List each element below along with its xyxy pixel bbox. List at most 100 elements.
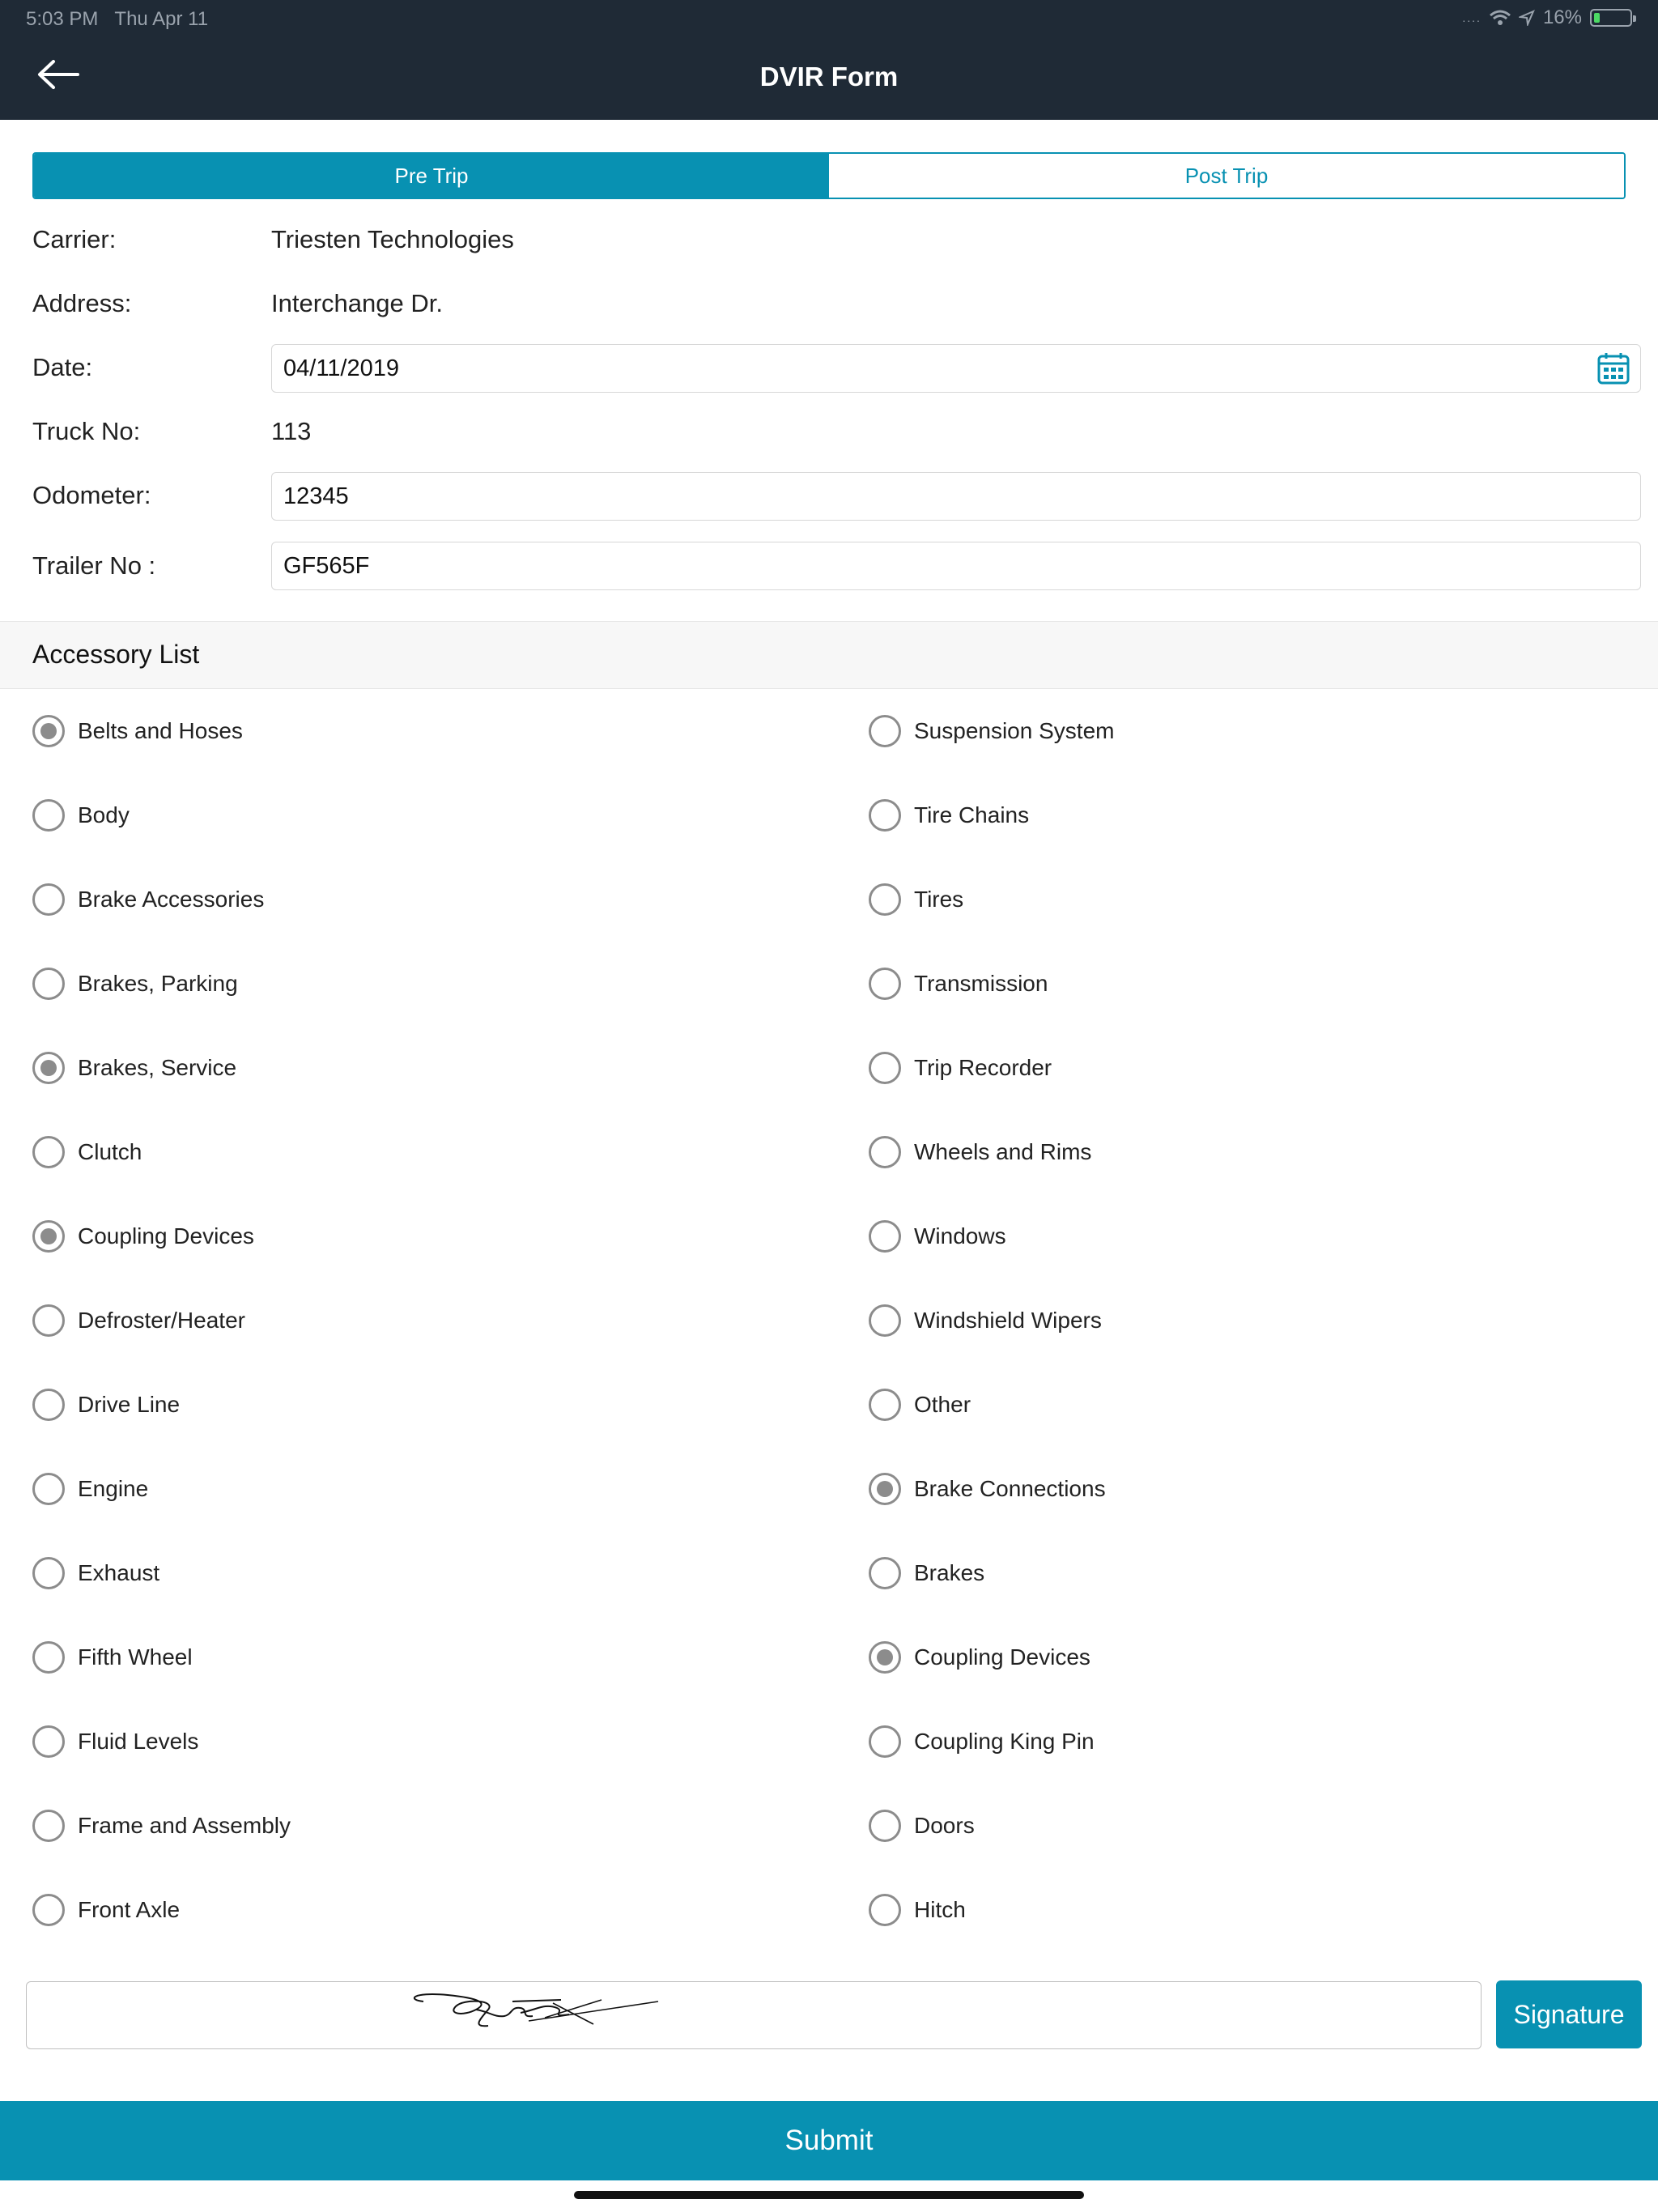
accessory-option-label: Fluid Levels <box>78 1729 199 1754</box>
accessory-option-label: Front Axle <box>78 1897 181 1922</box>
radio-checked-icon[interactable] <box>32 1052 65 1084</box>
radio-unchecked-icon[interactable] <box>869 1557 901 1589</box>
radio-unchecked-icon[interactable] <box>32 883 65 916</box>
accessory-option[interactable]: Brakes <box>869 1549 984 1597</box>
radio-unchecked-icon[interactable] <box>32 1641 65 1674</box>
radio-unchecked-icon[interactable] <box>869 1810 901 1842</box>
accessory-option[interactable]: Frame and Assembly <box>32 1802 291 1850</box>
radio-unchecked-icon[interactable] <box>869 883 901 916</box>
truck-label: Truck No: <box>32 417 141 445</box>
radio-unchecked-icon[interactable] <box>32 1389 65 1421</box>
radio-unchecked-icon[interactable] <box>32 1725 65 1758</box>
radio-checked-icon[interactable] <box>32 715 65 747</box>
date-value: 04/11/2019 <box>283 355 399 381</box>
status-right: .... 16% <box>1462 6 1636 29</box>
accessory-option[interactable]: Tires <box>869 875 963 924</box>
signature-button[interactable]: Signature <box>1496 1980 1642 2048</box>
accessory-option[interactable]: Body <box>32 791 130 840</box>
address-label: Address: <box>32 289 132 317</box>
accessory-option-label: Belts and Hoses <box>78 718 243 743</box>
accessory-option-label: Windows <box>914 1223 1006 1249</box>
accessory-option[interactable]: Drive Line <box>32 1380 180 1429</box>
radio-unchecked-icon[interactable] <box>869 1052 901 1084</box>
accessory-option[interactable]: Tire Chains <box>869 791 1029 840</box>
accessory-option-label: Coupling Devices <box>914 1644 1090 1670</box>
page-title: DVIR Form <box>759 62 899 91</box>
accessory-option[interactable]: Brakes, Parking <box>32 959 238 1008</box>
accessory-option[interactable]: Coupling King Pin <box>869 1717 1095 1766</box>
accessory-option[interactable]: Other <box>869 1380 971 1429</box>
odometer-label: Odometer: <box>32 481 151 509</box>
tab-pre-trip[interactable]: Pre Trip <box>34 154 829 198</box>
battery-fill <box>1594 13 1600 23</box>
tab-post-trip[interactable]: Post Trip <box>829 154 1624 198</box>
radio-unchecked-icon[interactable] <box>32 799 65 832</box>
accessory-option[interactable]: Front Axle <box>32 1886 180 1934</box>
radio-unchecked-icon[interactable] <box>869 1389 901 1421</box>
date-field[interactable]: 04/11/2019 <box>271 344 1641 393</box>
accessory-option[interactable]: Suspension System <box>869 707 1114 755</box>
accessory-option[interactable]: Trip Recorder <box>869 1044 1052 1092</box>
radio-unchecked-icon[interactable] <box>32 1473 65 1505</box>
carrier-value: Triesten Technologies <box>271 225 514 253</box>
radio-unchecked-icon[interactable] <box>869 799 901 832</box>
accessory-option-label: Windshield Wipers <box>914 1308 1102 1333</box>
accessory-option[interactable]: Fifth Wheel <box>32 1633 193 1682</box>
accessory-option[interactable]: Wheels and Rims <box>869 1128 1091 1176</box>
trip-segmented-control: Pre Trip Post Trip <box>32 152 1626 199</box>
accessory-option-label: Frame and Assembly <box>78 1813 291 1838</box>
radio-unchecked-icon[interactable] <box>869 1894 901 1926</box>
accessory-option[interactable]: Windows <box>869 1212 1006 1261</box>
accessory-option-label: Body <box>78 802 130 827</box>
accessory-option-label: Other <box>914 1392 971 1417</box>
radio-unchecked-icon[interactable] <box>32 1557 65 1589</box>
radio-checked-icon[interactable] <box>869 1641 901 1674</box>
accessory-option[interactable]: Coupling Devices <box>32 1212 254 1261</box>
accessory-option[interactable]: Belts and Hoses <box>32 707 243 755</box>
accessory-option[interactable]: Clutch <box>32 1128 142 1176</box>
radio-checked-icon[interactable] <box>32 1220 65 1253</box>
radio-unchecked-icon[interactable] <box>32 968 65 1000</box>
accessory-option[interactable]: Fluid Levels <box>32 1717 198 1766</box>
accessory-option-label: Doors <box>914 1813 975 1838</box>
accessory-option[interactable]: Brakes, Service <box>32 1044 236 1092</box>
radio-unchecked-icon[interactable] <box>869 1304 901 1337</box>
accessory-option-label: Coupling Devices <box>78 1223 254 1249</box>
accessory-option-label: Brake Connections <box>914 1476 1106 1501</box>
accessory-option[interactable]: Transmission <box>869 959 1048 1008</box>
odometer-field[interactable]: 12345 <box>271 472 1641 521</box>
radio-unchecked-icon[interactable] <box>869 1725 901 1758</box>
home-indicator <box>574 2191 1084 2199</box>
radio-unchecked-icon[interactable] <box>32 1810 65 1842</box>
accessory-option-label: Trip Recorder <box>914 1055 1052 1080</box>
radio-checked-icon[interactable] <box>869 1473 901 1505</box>
radio-unchecked-icon[interactable] <box>869 715 901 747</box>
trailer-field[interactable]: GF565F <box>271 542 1641 590</box>
accessory-option-label: Transmission <box>914 971 1048 996</box>
radio-unchecked-icon[interactable] <box>869 1136 901 1168</box>
radio-unchecked-icon[interactable] <box>32 1304 65 1337</box>
radio-unchecked-icon[interactable] <box>32 1136 65 1168</box>
accessory-option[interactable]: Defroster/Heater <box>32 1296 245 1345</box>
submit-button[interactable]: Submit <box>0 2101 1658 2180</box>
radio-unchecked-icon[interactable] <box>869 968 901 1000</box>
accessory-option-label: Brakes <box>914 1560 985 1585</box>
radio-unchecked-icon[interactable] <box>869 1220 901 1253</box>
accessory-option[interactable]: Windshield Wipers <box>869 1296 1102 1345</box>
accessory-option-label: Suspension System <box>914 718 1115 743</box>
accessory-option[interactable]: Brake Accessories <box>32 875 264 924</box>
accessory-option-label: Coupling King Pin <box>914 1729 1095 1754</box>
carrier-label: Carrier: <box>32 225 117 253</box>
calendar-icon[interactable] <box>1596 351 1630 385</box>
accessory-option-label: Brakes, Parking <box>78 971 238 996</box>
signature-pad[interactable] <box>26 1981 1482 2049</box>
accessory-option[interactable]: Exhaust <box>32 1549 159 1597</box>
date-label: Date: <box>32 353 93 381</box>
accessory-option[interactable]: Coupling Devices <box>869 1633 1090 1682</box>
radio-unchecked-icon[interactable] <box>32 1894 65 1926</box>
accessory-option[interactable]: Engine <box>32 1465 148 1513</box>
accessory-option[interactable]: Doors <box>869 1802 975 1850</box>
accessory-option[interactable]: Hitch <box>869 1886 966 1934</box>
address-value: Interchange Dr. <box>271 289 443 317</box>
accessory-option[interactable]: Brake Connections <box>869 1465 1106 1513</box>
